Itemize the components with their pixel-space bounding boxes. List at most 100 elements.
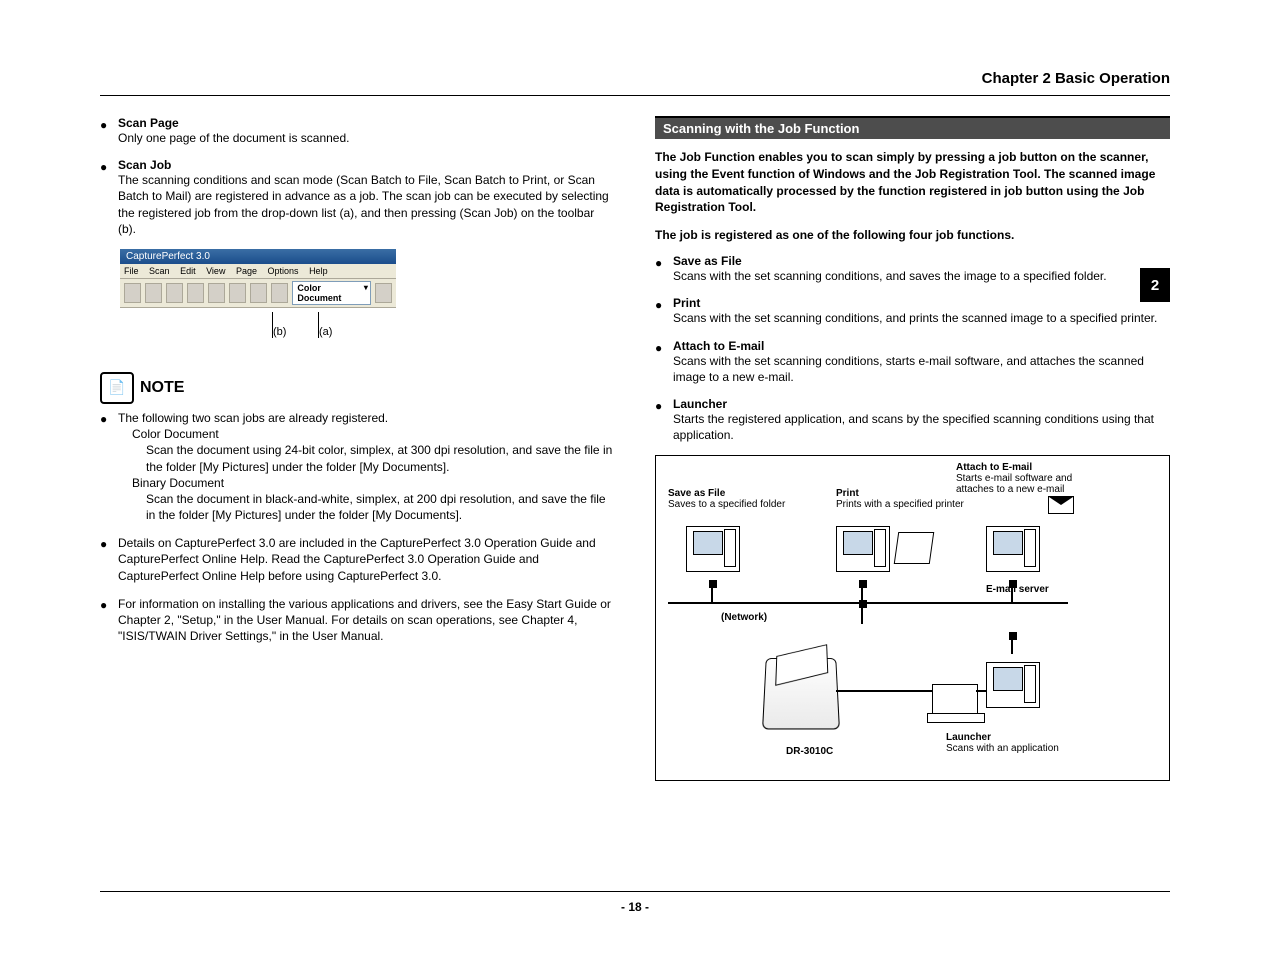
- note-bullet-2: ● Details on CapturePerfect 3.0 are incl…: [100, 535, 615, 584]
- menu-item: Scan: [149, 266, 170, 276]
- toolbar-icon: [166, 283, 183, 303]
- scan-job-button-icon: [271, 283, 288, 303]
- bullet-body: Scan Page Only one page of the document …: [118, 116, 615, 146]
- dg-launcher-label: Launcher Scans with an application: [946, 732, 1076, 754]
- computer-icon: [986, 526, 1040, 572]
- bullet-scan-job: ● Scan Job The scanning conditions and s…: [100, 158, 615, 237]
- bullet-body: Launcher Starts the registered applicati…: [673, 397, 1170, 443]
- toolbar-icon: [375, 283, 392, 303]
- job-registered-line: The job is registered as one of the foll…: [655, 228, 1170, 242]
- laptop-icon: [932, 684, 978, 716]
- two-column-layout: ● Scan Page Only one page of the documen…: [100, 116, 1170, 781]
- fn-text: Starts the registered application, and s…: [673, 411, 1170, 443]
- network-drop-icon: [711, 584, 713, 602]
- bullet-dot-icon: ●: [100, 535, 118, 584]
- note-text: For information on installing the variou…: [118, 596, 615, 645]
- bullet-dot-icon: ●: [100, 158, 118, 237]
- menu-item: Options: [268, 266, 299, 276]
- toolbar-icon: [229, 283, 246, 303]
- printer-icon: [894, 532, 934, 564]
- dg-title: Print: [836, 488, 976, 499]
- function-save-as-file: ● Save as File Scans with the set scanni…: [655, 254, 1170, 284]
- scan-page-title: Scan Page: [118, 116, 615, 130]
- dg-email-server-label: E-mail server: [986, 584, 1049, 595]
- toolbar-icon: [124, 283, 141, 303]
- bullet-scan-page: ● Scan Page Only one page of the documen…: [100, 116, 615, 146]
- network-drop-icon: [1011, 584, 1013, 602]
- bullet-dot-icon: ●: [655, 339, 673, 385]
- fn-title: Save as File: [673, 254, 1170, 268]
- bullet-dot-icon: ●: [100, 116, 118, 146]
- window-titlebar: CapturePerfect 3.0: [120, 249, 396, 264]
- dg-desc: Saves to a specified folder: [668, 499, 808, 510]
- job-dropdown: Color Document: [292, 281, 371, 305]
- toolbar-icon: [250, 283, 267, 303]
- dg-desc: Prints with a specified printer: [836, 499, 976, 510]
- computer-icon: [836, 526, 890, 572]
- toolbar-icon: [208, 283, 225, 303]
- toolbar-callout-labels: (b) (a): [120, 312, 615, 342]
- menu-item: Page: [236, 266, 257, 276]
- bullet-body: The following two scan jobs are already …: [118, 410, 615, 523]
- menu-item: Help: [309, 266, 328, 276]
- page-number: - 18 -: [100, 891, 1170, 914]
- network-line-icon: [668, 602, 1068, 604]
- note-text: Details on CapturePerfect 3.0 are includ…: [118, 535, 615, 584]
- captureperfect-toolbar-figure: CapturePerfect 3.0 File Scan Edit View P…: [120, 249, 396, 308]
- window-menubar: File Scan Edit View Page Options Help: [120, 264, 396, 279]
- note-bullet-1: ● The following two scan jobs are alread…: [100, 410, 615, 523]
- bullet-body: Attach to E-mail Scans with the set scan…: [673, 339, 1170, 385]
- bullet-body: Print Scans with the set scanning condit…: [673, 296, 1170, 326]
- computer-icon: [686, 526, 740, 572]
- envelope-icon: [1048, 496, 1074, 514]
- preset-name: Binary Document: [132, 475, 615, 491]
- fn-title: Launcher: [673, 397, 1170, 411]
- callout-b: (b): [272, 312, 286, 338]
- function-launcher: ● Launcher Starts the registered applica…: [655, 397, 1170, 443]
- note-text: The following two scan jobs are already …: [118, 410, 615, 426]
- function-attach-email: ● Attach to E-mail Scans with the set sc…: [655, 339, 1170, 385]
- preset-desc: Scan the document using 24-bit color, si…: [146, 442, 615, 474]
- scan-page-text: Only one page of the document is scanned…: [118, 130, 615, 146]
- note-subitems: Color Document Scan the document using 2…: [132, 426, 615, 523]
- menu-item: View: [206, 266, 225, 276]
- job-function-diagram: Save as File Saves to a specified folder…: [655, 455, 1170, 781]
- menu-item: Edit: [180, 266, 196, 276]
- window-toolbar-icons: Color Document: [120, 279, 396, 308]
- dg-print-label: Print Prints with a specified printer: [836, 488, 976, 510]
- note-icon: 📄: [100, 372, 134, 404]
- bullet-dot-icon: ●: [100, 410, 118, 523]
- dg-desc: Starts e-mail software and attaches to a…: [956, 473, 1086, 495]
- section-heading: Scanning with the Job Function: [655, 116, 1170, 139]
- job-function-intro: The Job Function enables you to scan sim…: [655, 149, 1170, 216]
- note-label: NOTE: [140, 379, 184, 397]
- menu-item: File: [124, 266, 139, 276]
- toolbar-icon: [187, 283, 204, 303]
- preset-name: Color Document: [132, 426, 615, 442]
- bullet-dot-icon: ●: [655, 397, 673, 443]
- dg-desc: Scans with an application: [946, 743, 1076, 754]
- fn-title: Print: [673, 296, 1170, 310]
- fn-text: Scans with the set scanning conditions, …: [673, 268, 1170, 284]
- connection-line-icon: [836, 690, 932, 692]
- dg-save-as-file-label: Save as File Saves to a specified folder: [668, 488, 808, 510]
- bullet-body: Save as File Scans with the set scanning…: [673, 254, 1170, 284]
- chapter-title: Chapter 2 Basic Operation: [100, 70, 1170, 87]
- callout-a: (a): [318, 312, 332, 338]
- header-rule: [100, 95, 1170, 96]
- fn-title: Attach to E-mail: [673, 339, 1170, 353]
- network-drop-icon: [861, 604, 863, 624]
- fn-text: Scans with the set scanning conditions, …: [673, 310, 1170, 326]
- document-page: Chapter 2 Basic Operation 2 ● Scan Page …: [0, 0, 1270, 954]
- side-tab: 2: [1140, 268, 1170, 302]
- dg-scanner-model-label: DR-3010C: [786, 746, 833, 757]
- function-print: ● Print Scans with the set scanning cond…: [655, 296, 1170, 326]
- computer-icon: [986, 662, 1040, 708]
- scan-job-text: The scanning conditions and scan mode (S…: [118, 172, 615, 237]
- left-column: ● Scan Page Only one page of the documen…: [100, 116, 615, 781]
- bullet-dot-icon: ●: [100, 596, 118, 645]
- scanner-icon: [762, 658, 840, 729]
- dg-title: Launcher: [946, 732, 1076, 743]
- scan-job-title: Scan Job: [118, 158, 615, 172]
- dg-title: Attach to E-mail: [956, 462, 1086, 473]
